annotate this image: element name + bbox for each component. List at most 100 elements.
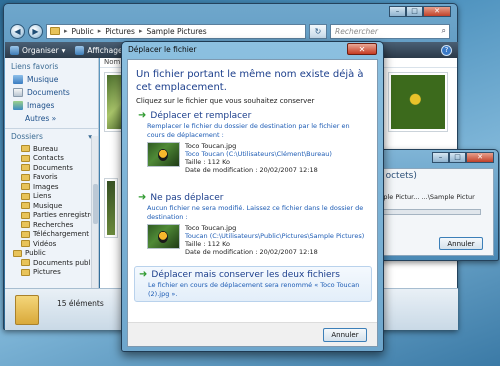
tree-item-contacts[interactable]: Contacts: [21, 154, 98, 164]
option-move-replace[interactable]: ➜ Déplacer et remplacer Remplacer le fich…: [134, 108, 372, 177]
favorite-pictures[interactable]: Images: [5, 99, 98, 112]
breadcrumb-pictures[interactable]: Pictures: [105, 27, 135, 36]
file-path: Toucan (C:\Utilisateurs\Public\Pictures\…: [185, 232, 365, 240]
arrow-right-icon: ➜: [138, 110, 147, 121]
option-do-not-move[interactable]: ➜ Ne pas déplacer Aucun fichier ne sera m…: [134, 190, 372, 259]
address-row: ◀ ▶ ▸ Public ▸ Pictures ▸ Sample Picture…: [10, 22, 450, 40]
views-button[interactable]: Affichages: [75, 45, 127, 55]
item-count: 15 éléments: [57, 299, 104, 308]
folders-heading[interactable]: Dossiers ▾: [5, 128, 98, 144]
source-file-info: Toco Toucan.jpg Toco Toucan (C:\Utilisat…: [147, 142, 368, 174]
close-button[interactable]: ✕: [423, 6, 451, 17]
documents-icon: [13, 88, 23, 97]
file-name: Toco Toucan.jpg: [185, 142, 237, 150]
organize-button[interactable]: Organiser ▾: [10, 45, 66, 55]
tree-item-public[interactable]: Public: [13, 249, 98, 259]
tree-item-documents[interactable]: Documents: [21, 163, 98, 173]
tree-item-videos[interactable]: Vidéos: [21, 239, 98, 249]
destination-file-info: Toco Toucan.jpg Toucan (C:\Utilisateurs\…: [147, 224, 368, 256]
pictures-icon: [13, 101, 23, 110]
photo-thumbnail[interactable]: [388, 72, 448, 132]
more-favorites-link[interactable]: Autres »: [5, 112, 98, 125]
tree-item-liens[interactable]: Liens: [21, 192, 98, 202]
favorites-heading: Liens favoris: [11, 62, 59, 71]
file-name: Toco Toucan.jpg: [185, 224, 237, 232]
tree-item-pictures[interactable]: Pictures: [21, 268, 98, 278]
dialog-body: Un fichier portant le même nom existe dé…: [127, 59, 378, 347]
cancel-button[interactable]: Annuler: [323, 328, 367, 342]
progress-bar: [377, 209, 481, 215]
navigation-pane: Liens favoris Musique Documents Images A…: [5, 58, 99, 288]
tree-item-recherches[interactable]: Recherches: [21, 220, 98, 230]
progress-window-controls: – □ ✕: [432, 152, 494, 163]
maximize-button[interactable]: □: [449, 152, 466, 163]
views-icon: [75, 45, 85, 55]
file-size: Taille : 112 Ko: [185, 158, 231, 166]
folder-icon: [13, 249, 22, 257]
option-move-keep-both[interactable]: ➜ Déplacer mais conserver les deux fichie…: [134, 266, 372, 302]
file-size: Taille : 112 Ko: [185, 240, 231, 248]
folder-icon: [21, 230, 30, 238]
folder-icon: [21, 259, 30, 267]
file-modified: Date de modification : 20/02/2007 12:18: [185, 166, 318, 174]
explorer-window-controls: – □ ✕: [389, 6, 451, 17]
breadcrumb-sample-pictures[interactable]: Sample Pictures: [146, 27, 206, 36]
forward-icon[interactable]: ▶: [28, 23, 43, 39]
progress-cancel-button[interactable]: Annuler: [439, 237, 483, 250]
tree-item-telechargement[interactable]: Téléchargement: [21, 230, 98, 240]
dialog-subheading: Cliquez sur le fichier que vous souhaite…: [136, 97, 315, 105]
help-icon[interactable]: ?: [441, 44, 452, 56]
folder-tree: Bureau Contacts Documents Favoris Images…: [5, 136, 98, 288]
chevron-down-icon: ▾: [61, 45, 66, 55]
dialog-footer: Annuler: [128, 322, 377, 346]
photo-thumbnail[interactable]: [104, 178, 118, 238]
arrow-right-icon: ➜: [139, 269, 148, 280]
arrow-right-icon: ➜: [138, 192, 147, 203]
folder-icon: [21, 183, 30, 191]
move-file-dialog: Déplacer le fichier ✕ Un fichier portant…: [121, 41, 384, 352]
music-icon: [13, 75, 23, 84]
folder-icon: [15, 295, 39, 325]
file-path: Toco Toucan (C:\Utilisateurs\Clément\Bur…: [185, 150, 332, 158]
dialog-heading: Un fichier portant le même nom existe dé…: [136, 69, 364, 93]
scrollbar-thumb[interactable]: [93, 184, 98, 224]
tree-item-bureau[interactable]: Bureau: [21, 144, 98, 154]
maximize-button[interactable]: □: [406, 6, 423, 17]
file-thumbnail: [147, 142, 180, 167]
organize-icon: [10, 45, 19, 55]
folder-icon: [21, 173, 30, 181]
tree-item-musique[interactable]: Musique: [21, 201, 98, 211]
search-input[interactable]: Rechercher ⌕: [330, 23, 450, 39]
breadcrumb-public[interactable]: Public: [72, 27, 94, 36]
folder-icon: [21, 164, 30, 172]
folder-icon: [50, 27, 60, 35]
folder-tree-scrollbar[interactable]: [91, 136, 98, 288]
tree-item-documents-public[interactable]: Documents public: [21, 258, 98, 268]
dialog-title: Déplacer le fichier: [128, 45, 197, 54]
search-placeholder: Rechercher: [335, 26, 378, 36]
search-icon: ⌕: [441, 25, 446, 35]
file-thumbnail: [147, 224, 180, 249]
close-icon[interactable]: ✕: [347, 43, 377, 55]
folder-icon: [21, 211, 30, 219]
folder-icon: [21, 202, 30, 210]
file-modified: Date de modification : 20/02/2007 12:18: [185, 248, 318, 256]
favorite-music[interactable]: Musique: [5, 73, 98, 86]
folder-icon: [21, 192, 30, 200]
folder-icon: [21, 221, 30, 229]
tree-item-favoris[interactable]: Favoris: [21, 173, 98, 183]
address-bar[interactable]: ▸ Public ▸ Pictures ▸ Sample Pictures: [46, 23, 306, 39]
favorite-documents[interactable]: Documents: [5, 86, 98, 99]
minimize-button[interactable]: –: [389, 6, 406, 17]
tree-item-images[interactable]: Images: [21, 182, 98, 192]
tree-item-parties-enregistrees[interactable]: Parties enregistrée: [21, 211, 98, 221]
minimize-button[interactable]: –: [432, 152, 449, 163]
refresh-icon[interactable]: ↻: [309, 23, 327, 39]
progress-path: mple Pictur... ...\Sample Pictur: [377, 193, 475, 201]
folder-icon: [21, 154, 30, 162]
move-progress-window: – □ ✕ 0 octets) mple Pictur... ...\Sampl…: [371, 149, 499, 261]
back-icon[interactable]: ◀: [10, 23, 25, 39]
progress-window-body: 0 octets) mple Pictur... ...\Sample Pict…: [376, 168, 494, 256]
close-button[interactable]: ✕: [466, 152, 494, 163]
folder-icon: [21, 240, 30, 248]
